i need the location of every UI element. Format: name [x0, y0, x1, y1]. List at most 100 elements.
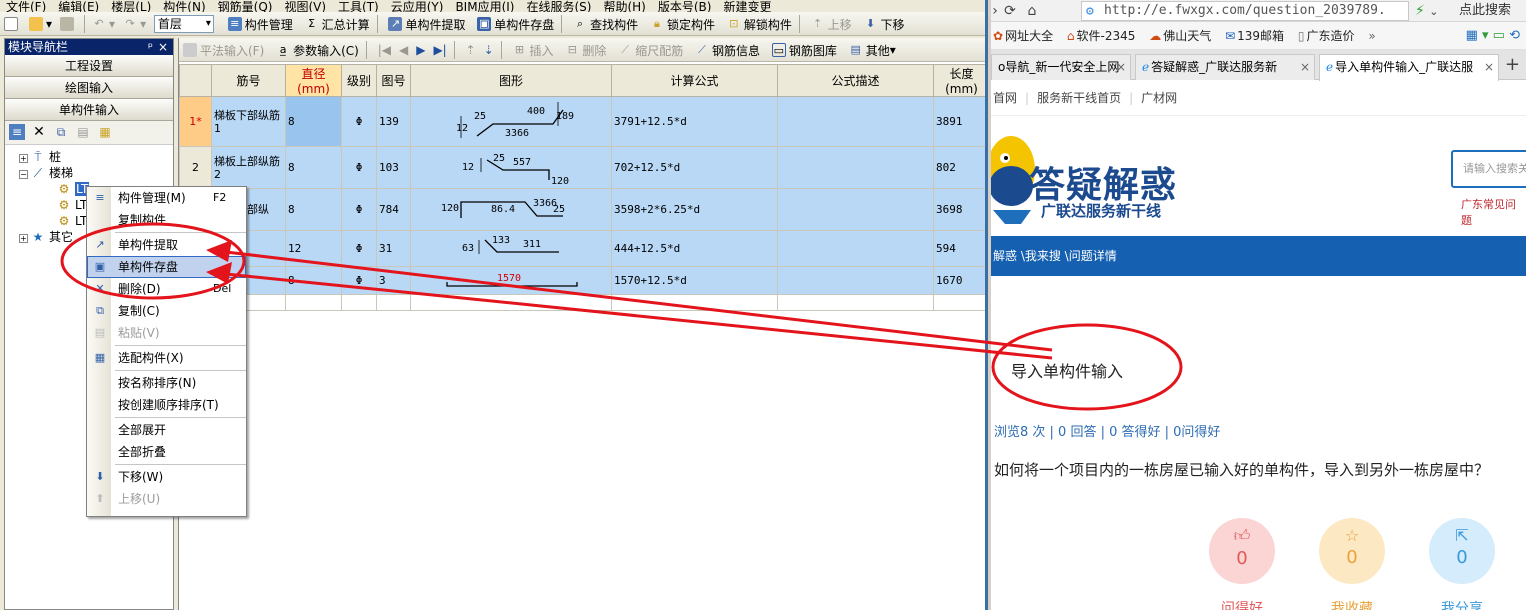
expand-icon[interactable]: + [19, 154, 28, 163]
move-down-button[interactable]: ⬇ 下移 [860, 13, 909, 35]
formula-desc-cell[interactable] [777, 230, 934, 267]
formula-cell[interactable]: 702+12.5*d [611, 146, 778, 189]
figure-no-cell[interactable]: 139 [376, 96, 411, 147]
apps-icon[interactable]: ▦ ▾ ▭ ⟲ [1466, 28, 1520, 43]
context-menu-item[interactable]: 按名称排序(N) [87, 372, 246, 394]
context-menu-item[interactable]: ⧉ 复制(C) [87, 300, 246, 322]
context-menu-item[interactable]: 全部展开 [87, 419, 246, 441]
flat-input-button[interactable]: 平法输入(F) [179, 39, 268, 61]
table-row[interactable]: 5 分布筋 8 Φ 3 1570 1570+12.5*d 1670 [179, 266, 985, 295]
site-nav-link[interactable]: 首网 [993, 91, 1017, 105]
nav-project-settings-button[interactable]: 工程设置 [5, 55, 173, 77]
row-down-button[interactable]: ⇣ [480, 39, 498, 61]
browser-tab[interactable]: o导航_新一代安全上网 × [991, 54, 1131, 80]
shape-cell[interactable]: 120 86.4 3366 25 [410, 188, 612, 231]
favorite-button[interactable]: ☆ 0 我收藏 [1319, 518, 1385, 610]
menu-view[interactable]: 视图(V) [278, 1, 332, 12]
context-menu-item[interactable]: ✕ 删除(D) Del [87, 278, 246, 300]
length-cell[interactable]: 802 [933, 146, 985, 189]
menu-component[interactable]: 构件(N) [157, 1, 211, 12]
next-record-button[interactable]: ▶ [412, 39, 429, 61]
site-nav-link[interactable]: 服务新干线首页 [1037, 91, 1121, 105]
rebar-info-button[interactable]: ⟋ 钢筋信息 [691, 39, 764, 61]
undo-button[interactable]: ↶ ▾ [88, 13, 119, 35]
browser-tab[interactable]: ℯ 答疑解惑_广联达服务新 × [1135, 54, 1315, 80]
bookmark-item[interactable]: ☁︎ 佛山天气 [1149, 22, 1211, 50]
row-up-button[interactable]: ⇡ [462, 39, 480, 61]
site-search-input[interactable]: 请输入搜索关 [1451, 150, 1526, 188]
refresh-icon[interactable]: ⟳ [999, 0, 1021, 22]
bookmark-item[interactable]: ⌂ 软件-2345 [1067, 22, 1136, 50]
tab-close-icon[interactable]: × [1116, 55, 1126, 79]
table-row[interactable]: 4 下部纵 12 Φ 31 63 133 311 444+1 [179, 230, 985, 267]
table-row-empty[interactable] [179, 294, 985, 311]
formula-desc-cell[interactable] [777, 266, 934, 295]
menu-help[interactable]: 帮助(H) [597, 1, 651, 12]
search-link[interactable]: 点此搜索 [1459, 0, 1511, 22]
tab-close-icon[interactable]: × [1300, 55, 1310, 79]
formula-desc-cell[interactable] [777, 188, 934, 231]
length-cell[interactable]: 3891 [933, 96, 985, 147]
figure-no-cell[interactable]: 3 [376, 266, 411, 295]
figure-no-cell[interactable]: 31 [376, 230, 411, 267]
col-formula-desc-header[interactable]: 公式描述 [777, 64, 934, 97]
insert-row-button[interactable]: ⊞ 插入 [509, 39, 558, 61]
rebar-library-button[interactable]: ▭ 钢筋图库 [768, 39, 841, 61]
delete-row-button[interactable]: ⊟ 删除 [561, 39, 610, 61]
menu-bim[interactable]: BIM应用(I) [449, 1, 520, 12]
copy-icon[interactable]: ⧉ [53, 124, 69, 140]
table-row[interactable]: 3 梯板上部纵 8 Φ 784 120 86.4 3366 25 [179, 188, 985, 231]
new-file-button[interactable] [0, 13, 25, 35]
col-diameter-header[interactable]: 直径(mm) [285, 64, 342, 97]
redo-button[interactable]: ↷ ▾ [119, 13, 150, 35]
more-bookmarks-icon[interactable]: » [1368, 22, 1375, 50]
formula-desc-cell[interactable] [777, 146, 934, 189]
grade-cell[interactable]: Φ [341, 230, 377, 267]
grade-cell[interactable]: Φ [341, 266, 377, 295]
grade-cell[interactable]: Φ [341, 188, 377, 231]
share-button[interactable]: ⇱ 0 我分享 [1429, 518, 1495, 610]
browser-tab-active[interactable]: ℯ 导入单构件输入_广联达服 × [1319, 54, 1499, 81]
summary-calc-button[interactable]: Σ 汇总计算 [301, 13, 374, 35]
menu-rebar[interactable]: 钢筋量(Q) [212, 1, 279, 12]
collapse-icon[interactable]: − [19, 170, 28, 179]
grade-cell[interactable]: Φ [341, 96, 377, 147]
length-cell[interactable]: 1670 [933, 266, 985, 295]
col-length-header[interactable]: 长度(mm) [933, 64, 985, 97]
formula-cell[interactable]: 3598+2*6.25*d [611, 188, 778, 231]
hot-questions-link[interactable]: 广东常见问题 [1461, 196, 1526, 228]
diameter-cell[interactable]: 8 [285, 146, 342, 189]
nav-single-component-button[interactable]: 单构件输入 [5, 99, 173, 121]
context-menu-item[interactable]: 按创建顺序排序(T) [87, 394, 246, 416]
menu-floor[interactable]: 楼层(L) [105, 1, 157, 12]
row-number[interactable]: 2 [179, 146, 212, 189]
context-menu-item[interactable]: ▣ 单构件存盘 [87, 256, 246, 278]
context-menu-item[interactable]: ▦ 选配构件(X) [87, 347, 246, 369]
select-icon[interactable]: ▦ [97, 124, 113, 140]
close-icon[interactable]: × [158, 39, 168, 55]
formula-cell[interactable]: 444+12.5*d [611, 230, 778, 267]
component-manage-button[interactable]: ≡ 构件管理 [224, 13, 297, 35]
col-shape-header[interactable]: 图形 [410, 64, 612, 97]
single-save-button[interactable]: ▣ 单构件存盘 [473, 13, 558, 35]
good-question-button[interactable]: 👍︎ 0 问得好 [1209, 518, 1275, 610]
length-cell[interactable]: 3698 [933, 188, 985, 231]
figure-no-cell[interactable]: 103 [376, 146, 411, 189]
diameter-cell[interactable]: 12 [285, 230, 342, 267]
diameter-cell[interactable]: 8 [285, 96, 342, 147]
figure-no-cell[interactable]: 784 [376, 188, 411, 231]
context-menu-item[interactable]: ↗ 单构件提取 [87, 234, 246, 256]
tree-node-stair[interactable]: − ⟋ 楼梯 [5, 165, 173, 181]
expand-icon[interactable]: + [19, 234, 28, 243]
col-bar-id-header[interactable]: 筋号 [211, 64, 286, 97]
unlock-component-button[interactable]: ⊡ 解锁构件 [723, 13, 796, 35]
prev-record-button[interactable]: ◀ [395, 39, 412, 61]
bar-name-cell[interactable]: 梯板下部纵筋1 [211, 96, 286, 147]
nav-drawing-input-button[interactable]: 绘图输入 [5, 77, 173, 99]
breadcrumb[interactable]: 解惑 \我来搜 \问题详情 [993, 249, 1117, 263]
component-list-icon[interactable]: ≡ [9, 124, 25, 140]
grade-cell[interactable]: Φ [341, 146, 377, 189]
menu-cloud[interactable]: 云应用(Y) [385, 1, 450, 12]
diameter-cell[interactable]: 8 [285, 188, 342, 231]
table-row[interactable]: 2 梯板上部纵筋2 8 Φ 103 12 25 557 120 702+12.5… [179, 146, 985, 189]
